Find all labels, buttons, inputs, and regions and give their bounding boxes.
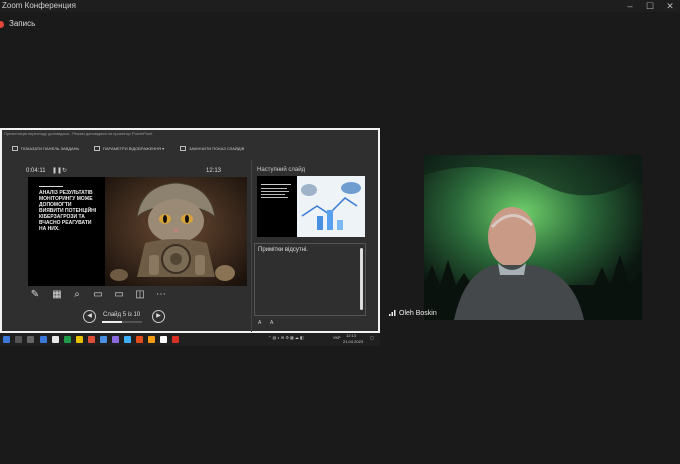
clock: 12:13 bbox=[206, 168, 222, 174]
subtitle-icon[interactable]: ▭ bbox=[91, 288, 105, 302]
recording-label: Запись bbox=[9, 19, 36, 28]
tray-date[interactable]: 21.04.2023 bbox=[343, 339, 363, 344]
cat-illustration bbox=[105, 177, 247, 286]
next-slide-label: Наступний слайд bbox=[257, 167, 306, 173]
title-rule bbox=[39, 186, 63, 187]
taskbar-app-icon[interactable] bbox=[136, 336, 143, 343]
black-screen-icon[interactable]: ▭ bbox=[112, 288, 126, 302]
toolbar-label: ПАРАМЕТРИ ВІДОБРАЖЕННЯ ▾ bbox=[103, 146, 165, 151]
next-slide-preview[interactable] bbox=[257, 176, 365, 237]
notification-icon[interactable]: ▢ bbox=[370, 335, 374, 340]
monitor-icon bbox=[94, 146, 100, 152]
language-indicator[interactable]: УКР bbox=[333, 335, 341, 340]
search-icon[interactable] bbox=[15, 336, 22, 343]
pen-icon[interactable]: ✎ bbox=[28, 288, 42, 302]
display-settings-button[interactable]: ПАРАМЕТРИ ВІДОБРАЖЕННЯ ▾ bbox=[94, 146, 165, 152]
windows-taskbar: ⌃ ▤ ◐ ✉ ⚙ ▦ ☁ ◧ УКР 12:13 21.04.2023 ▢ bbox=[0, 333, 380, 346]
previous-slide-button[interactable]: ◀ bbox=[83, 310, 96, 323]
taskbar-app-icon[interactable] bbox=[148, 336, 155, 343]
next-slide-button[interactable]: ▶ bbox=[152, 310, 165, 323]
zoom-icon[interactable]: ⌕ bbox=[70, 288, 84, 302]
grid-icon[interactable]: ▦ bbox=[50, 288, 64, 302]
pane-divider[interactable] bbox=[251, 160, 252, 332]
participant-name-tag: Oleh Boskin bbox=[389, 310, 437, 317]
taskbar-app-icon[interactable] bbox=[100, 336, 107, 343]
camera-off-icon[interactable]: ◫ bbox=[133, 288, 147, 302]
taskbar-app-icon[interactable] bbox=[76, 336, 83, 343]
title-bar: Zoom Конференция – ☐ ✕ bbox=[0, 0, 680, 12]
show-taskbar-button[interactable]: ПОКАЗАТИ ПАНЕЛЬ ЗАВДАНЬ bbox=[12, 146, 80, 152]
tray-time[interactable]: 12:13 bbox=[346, 333, 356, 338]
toolbar-label: ЗАКІНЧИТИ ПОКАЗ СЛАЙДІВ bbox=[189, 146, 245, 151]
taskbar-app-icon[interactable] bbox=[40, 336, 47, 343]
shared-screen: Презентація перегляду доповідача - Режим… bbox=[0, 128, 380, 333]
app-title: Zoom Конференция bbox=[2, 1, 76, 10]
taskbar-app-icon[interactable] bbox=[112, 336, 119, 343]
shared-window-title: Презентація перегляду доповідача - Режим… bbox=[4, 131, 153, 136]
record-icon bbox=[0, 21, 4, 28]
pause-icon[interactable]: ❚❚ bbox=[52, 167, 62, 174]
current-slide[interactable]: АНАЛІЗ РЕЗУЛЬТАТІВ МОНІТОРИНГУ МОЖЕ ДОПО… bbox=[28, 177, 247, 286]
restart-icon[interactable]: ↻ bbox=[62, 167, 67, 174]
font-decrease-button[interactable]: A bbox=[270, 320, 273, 326]
taskbar-icon bbox=[12, 146, 18, 152]
end-slideshow-button[interactable]: ЗАКІНЧИТИ ПОКАЗ СЛАЙДІВ bbox=[180, 146, 245, 152]
taskbar-app-icon[interactable] bbox=[64, 336, 71, 343]
progress-fill bbox=[102, 321, 122, 323]
slide-progress bbox=[102, 321, 142, 323]
maximize-icon[interactable]: ☐ bbox=[641, 0, 659, 12]
more-icon[interactable]: ⋯ bbox=[154, 288, 168, 302]
slide-text: АНАЛІЗ РЕЗУЛЬТАТІВ МОНІТОРИНГУ МОЖЕ ДОПО… bbox=[39, 190, 97, 232]
taskbar-app-icon[interactable] bbox=[160, 336, 167, 343]
notes-text: Примітки відсутні. bbox=[258, 247, 308, 253]
notes-panel[interactable]: Примітки відсутні. bbox=[254, 243, 366, 316]
participant-name: Oleh Boskin bbox=[399, 310, 437, 317]
taskbar-app-icon[interactable] bbox=[124, 336, 131, 343]
taskbar-app-icon[interactable] bbox=[172, 336, 179, 343]
participant-video[interactable] bbox=[424, 155, 642, 320]
task-view-icon[interactable] bbox=[27, 336, 34, 343]
close-icon[interactable]: ✕ bbox=[661, 0, 679, 12]
toolbar-label: ПОКАЗАТИ ПАНЕЛЬ ЗАВДАНЬ bbox=[21, 146, 80, 151]
start-icon[interactable] bbox=[3, 336, 10, 343]
notes-scrollbar[interactable] bbox=[360, 248, 363, 310]
signal-icon bbox=[389, 310, 396, 317]
taskbar-app-icon[interactable] bbox=[52, 336, 59, 343]
font-increase-button[interactable]: A bbox=[258, 320, 261, 326]
taskbar-app-icon[interactable] bbox=[88, 336, 95, 343]
tray-icons[interactable]: ⌃ ▤ ◐ ✉ ⚙ ▦ ☁ ◧ bbox=[268, 335, 304, 340]
stop-icon bbox=[180, 146, 186, 152]
minimize-icon[interactable]: – bbox=[621, 0, 639, 12]
elapsed-timer: 0:04:11 bbox=[26, 168, 46, 174]
slide-counter[interactable]: Слайд 5 із 10 bbox=[103, 312, 140, 318]
